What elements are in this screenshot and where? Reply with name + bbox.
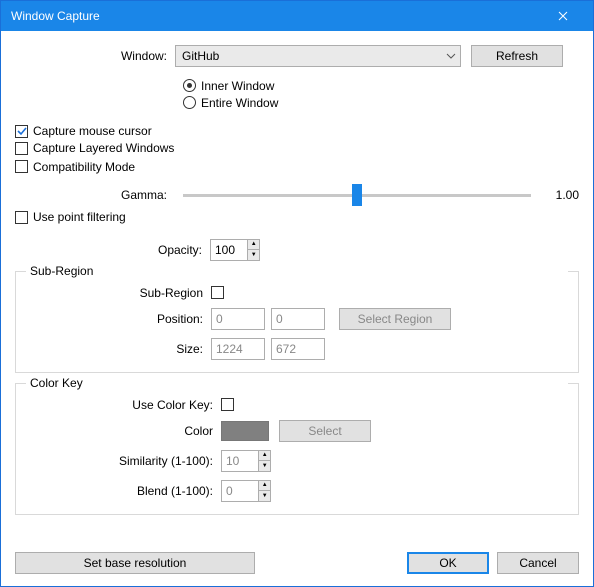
compatibility-mode-checkbox[interactable]: Compatibility Mode: [15, 160, 135, 174]
capture-mouse-checkbox[interactable]: Capture mouse cursor: [15, 124, 152, 138]
checkbox-icon: [15, 211, 28, 224]
checkbox-icon: [211, 286, 224, 299]
window-select[interactable]: GitHub: [175, 45, 461, 67]
entire-window-radio[interactable]: Entire Window: [183, 96, 278, 110]
color-key-legend: Color Key: [26, 376, 568, 390]
cancel-button[interactable]: Cancel: [497, 552, 579, 574]
radio-icon: [183, 96, 196, 109]
gamma-slider[interactable]: [183, 194, 531, 197]
opacity-input[interactable]: ▲▼: [210, 239, 260, 261]
titlebar: Window Capture: [1, 1, 593, 31]
dialog-footer: Set base resolution OK Cancel: [15, 542, 579, 574]
sub-region-legend: Sub-Region: [26, 264, 568, 278]
color-swatch[interactable]: [221, 421, 269, 441]
window-capture-dialog: Window Capture Window: GitHub Refresh In…: [0, 0, 594, 587]
gamma-label: Gamma:: [15, 188, 175, 202]
similarity-input[interactable]: ▲▼: [221, 450, 271, 472]
spinner[interactable]: ▲▼: [258, 451, 270, 471]
color-key-group: Color Key Use Color Key: Color Select Si…: [15, 383, 579, 515]
color-label: Color: [26, 424, 221, 438]
opacity-label: Opacity:: [15, 243, 210, 257]
spinner[interactable]: ▲▼: [258, 481, 270, 501]
checkbox-icon: [15, 160, 28, 173]
inner-window-radio[interactable]: Inner Window: [183, 79, 274, 93]
refresh-button[interactable]: Refresh: [471, 45, 563, 67]
blend-input[interactable]: ▲▼: [221, 480, 271, 502]
size-w-input[interactable]: [211, 338, 265, 360]
position-label: Position:: [26, 312, 211, 326]
select-color-button[interactable]: Select: [279, 420, 371, 442]
chevron-down-icon: [446, 53, 456, 59]
close-icon: [558, 11, 568, 21]
blend-label: Blend (1-100):: [26, 484, 221, 498]
window-title: Window Capture: [11, 9, 541, 23]
checkbox-icon: [15, 142, 28, 155]
spinner[interactable]: ▲▼: [247, 240, 259, 260]
use-color-key-checkbox[interactable]: [221, 398, 234, 411]
capture-layered-checkbox[interactable]: Capture Layered Windows: [15, 141, 174, 155]
close-button[interactable]: [541, 2, 585, 30]
similarity-label: Similarity (1-100):: [26, 454, 221, 468]
window-select-value: GitHub: [182, 49, 219, 63]
slider-thumb[interactable]: [352, 184, 362, 206]
position-y-input[interactable]: [271, 308, 325, 330]
ok-button[interactable]: OK: [407, 552, 489, 574]
position-x-input[interactable]: [211, 308, 265, 330]
dialog-content: Window: GitHub Refresh Inner Window Enti…: [1, 31, 593, 586]
select-region-button[interactable]: Select Region: [339, 308, 451, 330]
sub-region-group: Sub-Region Sub-Region Position: Select R…: [15, 271, 579, 373]
set-base-resolution-button[interactable]: Set base resolution: [15, 552, 255, 574]
sub-region-checkbox[interactable]: [211, 286, 224, 299]
gamma-value: 1.00: [539, 188, 579, 202]
checkbox-icon: [221, 398, 234, 411]
checkbox-icon: [15, 125, 28, 138]
radio-icon: [183, 79, 196, 92]
point-filtering-checkbox[interactable]: Use point filtering: [15, 210, 126, 224]
size-h-input[interactable]: [271, 338, 325, 360]
window-label: Window:: [15, 49, 175, 63]
size-label: Size:: [26, 342, 211, 356]
